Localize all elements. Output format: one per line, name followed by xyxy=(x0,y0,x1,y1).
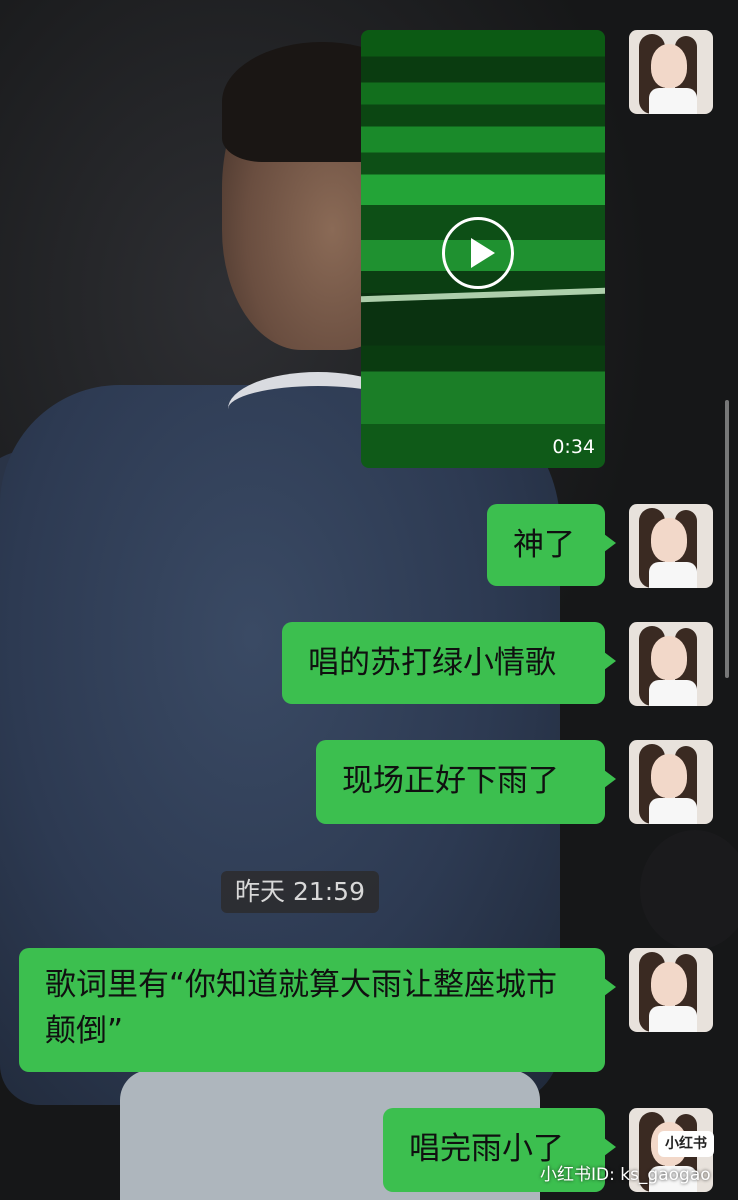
message-text: 歌词里有“你知道就算大雨让整座城市颠倒” xyxy=(45,967,558,1049)
video-message[interactable]: 0:34 xyxy=(361,30,605,468)
xiaohongshu-logo: 小红书 xyxy=(658,1131,714,1157)
message-text: 神了 xyxy=(513,527,575,563)
message-bubble[interactable]: 歌词里有“你知道就算大雨让整座城市颠倒” xyxy=(19,948,616,1072)
avatar[interactable] xyxy=(629,30,713,114)
avatar[interactable] xyxy=(629,948,713,1032)
message-bubble[interactable]: 神了 xyxy=(487,504,616,586)
scrollbar[interactable] xyxy=(725,400,729,678)
avatar[interactable] xyxy=(629,504,713,588)
watermark-user-id: 小红书ID: ks_gaogao xyxy=(540,1165,711,1185)
message-text: 唱的苏打绿小情歌 xyxy=(308,645,556,681)
video-duration: 0:34 xyxy=(552,436,595,458)
message-bubble[interactable]: 唱的苏打绿小情歌 xyxy=(282,622,616,704)
video-stage-light xyxy=(361,287,605,303)
avatar[interactable] xyxy=(629,622,713,706)
message-bubble[interactable]: 现场正好下雨了 xyxy=(316,740,616,824)
xiaohongshu-watermark: 小红书 小红书ID: ks_gaogao xyxy=(540,1128,730,1188)
message-text: 现场正好下雨了 xyxy=(342,763,559,799)
avatar[interactable] xyxy=(629,740,713,824)
play-icon[interactable] xyxy=(442,217,514,289)
message-timestamp: 昨天 21:59 xyxy=(221,871,379,913)
